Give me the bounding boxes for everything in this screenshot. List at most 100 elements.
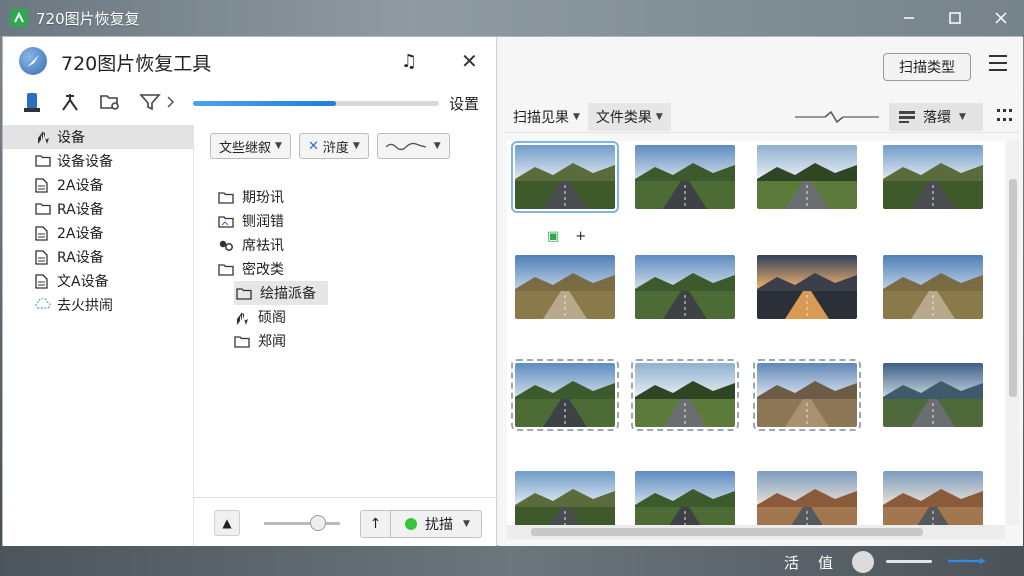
tree-item-label: 文A设备 bbox=[57, 274, 109, 290]
thumbnail-road-trees[interactable] bbox=[635, 145, 735, 209]
sort-label: 落缳 bbox=[923, 110, 951, 126]
left-pane: 720图片恢复工具 ♫ ✕ 设置 设备 设备设备 2A设备 RA设备 2A设备 … bbox=[3, 37, 497, 547]
thumbnail-sunset-lake[interactable] bbox=[757, 255, 857, 319]
thumbnail-road-green[interactable] bbox=[883, 145, 983, 209]
folder-item[interactable]: 绘描派备 bbox=[234, 281, 328, 305]
music-icon[interactable]: ♫ bbox=[401, 51, 417, 72]
vertical-scrollbar[interactable] bbox=[1007, 141, 1019, 525]
folder-item[interactable]: 郑闻 bbox=[234, 329, 498, 353]
thumbnail-road-trees[interactable] bbox=[635, 255, 735, 319]
folder-item[interactable]: 期玢讯 bbox=[218, 185, 498, 209]
thumbnail-size-slider[interactable] bbox=[795, 110, 879, 124]
thumbnail-desert-road[interactable] bbox=[883, 471, 983, 525]
folder-item-label: 绘描派备 bbox=[260, 286, 316, 302]
folder-item[interactable]: 硕阁 bbox=[234, 305, 498, 329]
thumbnail-field-path[interactable] bbox=[515, 255, 615, 319]
tree-item[interactable]: 文A设备 bbox=[3, 269, 193, 293]
horizontal-scroll-thumb[interactable] bbox=[531, 528, 923, 536]
horizontal-scrollbar[interactable] bbox=[507, 525, 1005, 539]
folder-item-label: 硕阁 bbox=[258, 310, 286, 326]
thumbnail-forest-road[interactable] bbox=[631, 359, 739, 431]
settings-link[interactable]: 设置 bbox=[449, 93, 479, 114]
folder-icon bbox=[218, 191, 234, 204]
cross-icon: ✕ bbox=[307, 138, 319, 154]
status-toggle[interactable] bbox=[852, 551, 874, 573]
thumbnail-field-path[interactable] bbox=[883, 255, 983, 319]
tab-scan-results-label: 扫描见果 bbox=[513, 109, 569, 126]
folder-icon bbox=[236, 287, 252, 300]
doc-icon bbox=[35, 250, 49, 265]
tree-item[interactable]: 设备 bbox=[3, 125, 193, 149]
scan-button-group[interactable]: ↑ 扰描 ▼ bbox=[360, 510, 482, 538]
folder-search-icon[interactable] bbox=[97, 89, 123, 115]
tree-item[interactable]: 设备设备 bbox=[3, 149, 193, 173]
folder-icon bbox=[35, 154, 51, 168]
thumbnail-road-trees[interactable] bbox=[511, 359, 619, 431]
close-window-button[interactable] bbox=[978, 0, 1024, 36]
thumbnail-actions: ▣ + bbox=[547, 229, 586, 244]
hamburger-menu-icon[interactable] bbox=[989, 55, 1007, 76]
tree-item[interactable]: RA设备 bbox=[3, 197, 193, 221]
thumbnail-desert-road[interactable] bbox=[757, 471, 857, 525]
device-icon[interactable] bbox=[19, 89, 45, 115]
scan-status-dot bbox=[405, 518, 417, 530]
doc-icon bbox=[35, 226, 49, 241]
chevron-down-icon[interactable]: ▼ bbox=[463, 519, 470, 529]
scroll-up-button[interactable]: ▲ bbox=[214, 510, 240, 536]
maximize-button[interactable] bbox=[932, 0, 978, 36]
vertical-scroll-thumb[interactable] bbox=[1009, 179, 1017, 397]
tree-item[interactable]: 2A设备 bbox=[3, 173, 193, 197]
sort-dropdown[interactable]: 落缳 ▼ bbox=[889, 103, 983, 131]
preview-icon[interactable]: ▣ bbox=[547, 229, 559, 244]
app-name: 720图片恢复工具 bbox=[61, 53, 212, 75]
doc-icon bbox=[35, 274, 49, 289]
scan-button-label[interactable]: 扰描 bbox=[425, 514, 453, 534]
thumbnail-lake-road[interactable] bbox=[883, 363, 983, 427]
depth-dropdown[interactable]: ✕ 浒度 ▼ bbox=[298, 133, 369, 159]
tree-item[interactable]: 2A设备 bbox=[3, 221, 193, 245]
scan-type-button[interactable]: 扫描类型 bbox=[883, 53, 971, 81]
thumbnail-rocky-path[interactable] bbox=[753, 359, 861, 431]
minimize-button[interactable] bbox=[886, 0, 932, 36]
file-type-label: 文些继叙 bbox=[219, 140, 272, 156]
zoom-slider-thumb[interactable] bbox=[310, 515, 326, 531]
chevron-right-icon[interactable] bbox=[163, 89, 179, 115]
device-tree: 设备 设备设备 2A设备 RA设备 2A设备 RA设备 文A设备 去火拱闹 bbox=[3, 125, 193, 495]
folder-item[interactable]: 铡润错 bbox=[218, 209, 498, 233]
arrow-up-icon[interactable]: ↑ bbox=[361, 511, 391, 537]
left-footer: ▲ ↑ 扰描 ▼ bbox=[193, 497, 497, 547]
tree-item-label: RA设备 bbox=[57, 250, 104, 266]
filter-icon[interactable] bbox=[137, 89, 163, 115]
tab-scan-results[interactable]: 扫描见果 ▼ bbox=[505, 103, 588, 131]
folder-item[interactable]: 密改类 bbox=[218, 257, 498, 281]
wave-dropdown[interactable]: ▼ bbox=[376, 133, 450, 159]
add-icon[interactable]: + bbox=[575, 229, 586, 244]
thumbnail-road-green[interactable] bbox=[515, 471, 615, 525]
tools-icon[interactable] bbox=[57, 89, 83, 115]
tool-row: 设置 bbox=[3, 89, 497, 119]
thumbnail-road-green[interactable] bbox=[511, 141, 619, 213]
tree-item[interactable]: RA设备 bbox=[3, 245, 193, 269]
tab-file-types[interactable]: 文件类果 ▼ bbox=[587, 102, 671, 131]
zoom-slider[interactable] bbox=[264, 522, 340, 525]
thumbnail-forest-road[interactable] bbox=[757, 145, 857, 209]
file-type-dropdown[interactable]: 文些继叙 ▼ bbox=[210, 133, 291, 159]
arrow-right-icon[interactable] bbox=[942, 558, 992, 564]
chevron-down-icon: ▼ bbox=[573, 111, 580, 122]
tree-item-label: RA设备 bbox=[57, 202, 104, 218]
folder-item-label: 郑闻 bbox=[258, 334, 286, 350]
grid-view-icon[interactable] bbox=[997, 109, 1013, 125]
tree-item-label: 设备 bbox=[57, 130, 85, 146]
tree-item[interactable]: 去火拱闹 bbox=[3, 293, 193, 317]
doc-icon bbox=[35, 178, 49, 193]
chevron-down-icon: ▼ bbox=[959, 112, 966, 122]
folder-item-label: 席袪讯 bbox=[242, 238, 284, 254]
close-pane-icon[interactable]: ✕ bbox=[461, 49, 478, 73]
status-text-b: 值 bbox=[818, 554, 834, 572]
thumbnail-road-trees[interactable] bbox=[635, 471, 735, 525]
chevron-down-icon: ▼ bbox=[655, 111, 663, 122]
status-slider[interactable] bbox=[886, 560, 932, 563]
folder-item[interactable]: 席袪讯 bbox=[218, 233, 498, 257]
folder-item-label: 铡润错 bbox=[242, 214, 284, 230]
thumbnail-grid: ▣ + bbox=[507, 141, 1005, 525]
